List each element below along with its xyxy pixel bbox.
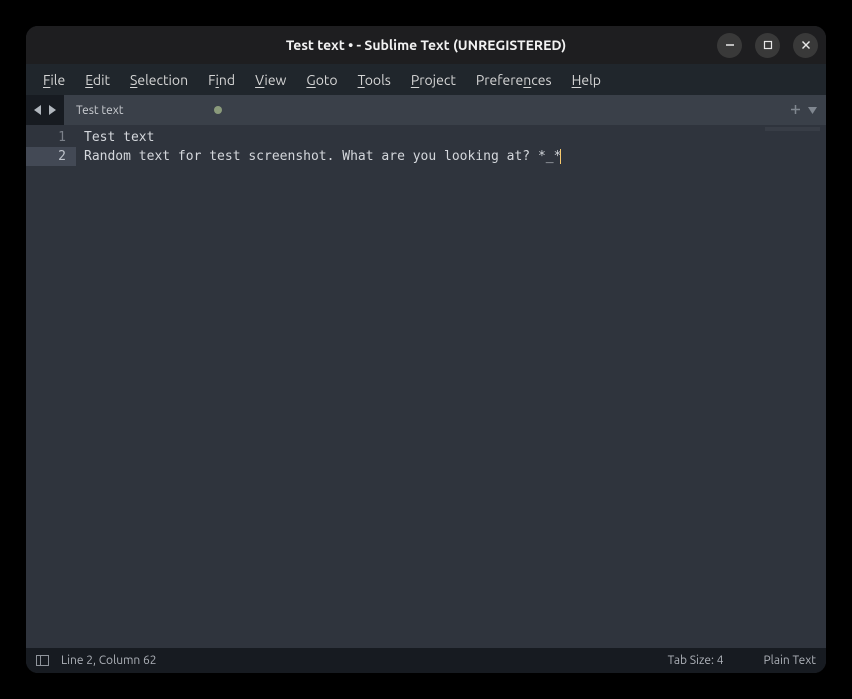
menu-find[interactable]: Find <box>199 68 244 92</box>
statusbar-right: Tab Size: 4 Plain Text <box>668 654 816 667</box>
statusbar-left: Line 2, Column 62 <box>36 654 157 667</box>
code-area[interactable]: Test text Random text for test screensho… <box>76 125 826 648</box>
menubar: File Edit Selection Find View Goto Tools… <box>26 64 826 95</box>
status-syntax[interactable]: Plain Text <box>763 654 816 667</box>
text-cursor <box>560 149 561 164</box>
tabbar-spacer <box>234 95 782 125</box>
menu-tools[interactable]: Tools <box>349 68 400 92</box>
menu-project[interactable]: Project <box>402 68 465 92</box>
line-number[interactable]: 1 <box>26 128 76 147</box>
tab-dirty-indicator-icon <box>214 106 222 114</box>
file-tab[interactable]: Test text <box>64 95 234 125</box>
triangle-right-icon <box>47 104 57 116</box>
tabbar: Test text <box>26 95 826 125</box>
tab-dropdown-button[interactable] <box>807 101 818 119</box>
window-controls <box>717 33 818 58</box>
menu-selection[interactable]: Selection <box>121 68 197 92</box>
menu-preferences[interactable]: Preferences <box>467 68 561 92</box>
menu-goto[interactable]: Goto <box>297 68 346 92</box>
editor[interactable]: 1 2 Test text Random text for test scree… <box>26 125 826 648</box>
menu-help[interactable]: Help <box>563 68 610 92</box>
close-icon <box>801 40 811 50</box>
gutter: 1 2 <box>26 125 76 648</box>
minimize-icon <box>725 40 735 50</box>
tab-label: Test text <box>76 104 123 117</box>
sidebar-toggle-icon[interactable] <box>36 655 49 666</box>
tabbar-right-controls <box>782 95 826 125</box>
window-title: Test text • - Sublime Text (UNREGISTERED… <box>286 37 566 53</box>
nav-forward-button[interactable] <box>47 104 57 116</box>
tab-history-nav <box>26 95 64 125</box>
line-number[interactable]: 2 <box>26 147 76 166</box>
plus-icon <box>790 104 801 115</box>
menu-file[interactable]: File <box>34 68 74 92</box>
code-line[interactable]: Test text <box>84 128 826 147</box>
menu-view[interactable]: View <box>246 68 295 92</box>
nav-back-button[interactable] <box>33 104 43 116</box>
code-line[interactable]: Random text for test screenshot. What ar… <box>84 147 826 166</box>
minimize-button[interactable] <box>717 33 742 58</box>
app-window: Test text • - Sublime Text (UNREGISTERED… <box>26 26 826 673</box>
new-tab-button[interactable] <box>790 101 801 119</box>
close-button[interactable] <box>793 33 818 58</box>
maximize-icon <box>763 40 773 50</box>
status-line-column[interactable]: Line 2, Column 62 <box>61 654 157 667</box>
menu-edit[interactable]: Edit <box>76 68 119 92</box>
triangle-down-icon <box>807 106 818 115</box>
maximize-button[interactable] <box>755 33 780 58</box>
status-tab-size[interactable]: Tab Size: 4 <box>668 654 724 667</box>
statusbar: Line 2, Column 62 Tab Size: 4 Plain Text <box>26 648 826 673</box>
triangle-left-icon <box>33 104 43 116</box>
titlebar: Test text • - Sublime Text (UNREGISTERED… <box>26 26 826 64</box>
